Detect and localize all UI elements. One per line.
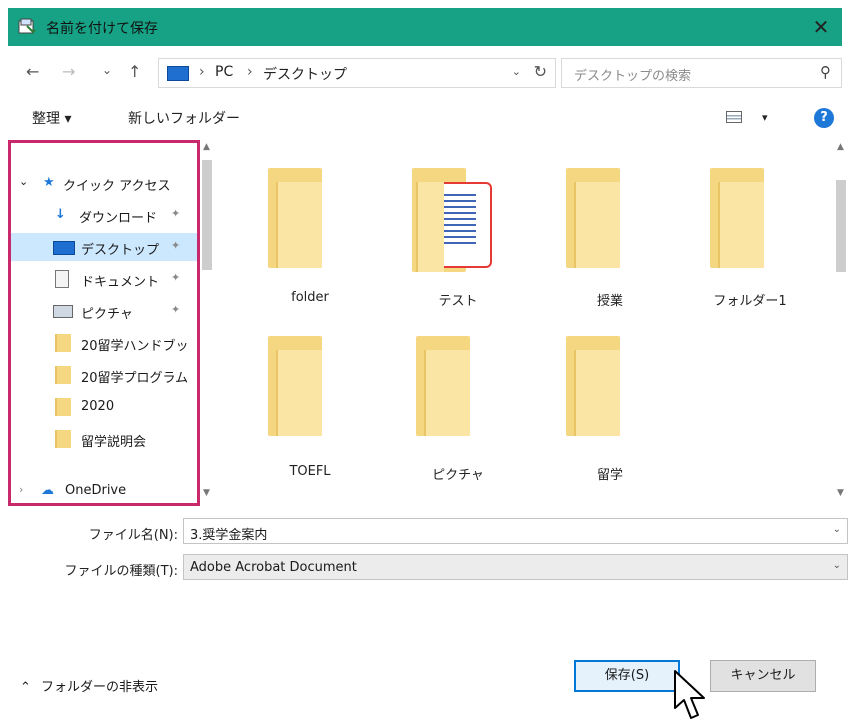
- file-item-label[interactable]: 留学: [550, 464, 670, 483]
- nav-item-folder[interactable]: 留学説明会: [11, 425, 197, 453]
- breadcrumb-separator: ›: [247, 64, 253, 80]
- expand-icon[interactable]: ⌄: [19, 175, 28, 188]
- nav-item-downloads[interactable]: ↓ ダウンロード ✦: [11, 201, 197, 229]
- breadcrumb-separator: ›: [199, 64, 205, 80]
- breadcrumb-pc[interactable]: PC: [215, 64, 233, 80]
- scrollbar-thumb[interactable]: [202, 160, 212, 270]
- download-icon: ↓: [55, 207, 66, 222]
- pin-icon: ✦: [171, 207, 181, 220]
- filetype-select[interactable]: Adobe Acrobat Document ⌄: [183, 554, 848, 580]
- folder-icon[interactable]: [710, 168, 764, 268]
- pin-icon: ✦: [171, 271, 181, 284]
- forward-button[interactable]: →: [62, 62, 75, 81]
- pin-icon: ✦: [171, 239, 181, 252]
- search-icon[interactable]: ⚲: [820, 63, 831, 81]
- nav-item-pictures[interactable]: ピクチャ ✦: [11, 297, 197, 325]
- document-icon: [55, 270, 69, 288]
- desktop-icon: [53, 241, 75, 255]
- nav-quick-access[interactable]: ⌄ ★ クイック アクセス: [11, 169, 197, 197]
- address-row: ← → ⌄ ↑ › PC › デスクトップ ⌄ ↻ デスクトップの検索 ⚲: [8, 55, 842, 91]
- folder-icon: [55, 398, 71, 416]
- scroll-down-icon[interactable]: ▼: [203, 488, 210, 498]
- address-bar[interactable]: › PC › デスクトップ ⌄ ↻: [158, 58, 556, 88]
- title-bar: 名前を付けて保存 ✕: [8, 8, 842, 46]
- folder-with-document-icon[interactable]: [412, 168, 502, 272]
- filename-value[interactable]: 3.奨学金案内: [190, 524, 267, 543]
- nav-item-folder[interactable]: 2020: [11, 393, 197, 421]
- filename-input[interactable]: 3.奨学金案内 ⌄: [183, 518, 848, 544]
- star-icon: ★: [43, 175, 55, 190]
- folder-icon: [55, 334, 71, 352]
- nav-label: 留学説明会: [81, 435, 147, 450]
- file-item-label[interactable]: 授業: [550, 290, 670, 309]
- scroll-up-icon[interactable]: ▲: [837, 142, 844, 152]
- folder-icon: [55, 366, 71, 384]
- view-dropdown-icon[interactable]: ▾: [762, 111, 768, 124]
- nav-item-onedrive[interactable]: › ☁ OneDrive: [11, 477, 197, 503]
- collapse-icon[interactable]: ›: [19, 483, 23, 496]
- back-button[interactable]: ←: [26, 62, 39, 81]
- file-list-scrollbar[interactable]: ▲ ▼: [834, 140, 848, 506]
- nav-label: 20留学ハンドブッ: [81, 339, 189, 354]
- nav-label: ピクチャ: [81, 307, 133, 322]
- search-placeholder: デスクトップの検索: [574, 69, 692, 84]
- address-dropdown-icon[interactable]: ⌄: [512, 65, 521, 78]
- cloud-icon: ☁: [41, 483, 54, 498]
- nav-label: OneDrive: [65, 483, 127, 498]
- pictures-icon: [53, 305, 73, 318]
- folder-icon[interactable]: [416, 336, 470, 436]
- nav-item-folder[interactable]: 20留学プログラム: [11, 361, 197, 389]
- filetype-label: ファイルの種類(T):: [64, 564, 178, 579]
- mouse-cursor-icon: [674, 670, 705, 719]
- nav-label: 20留学プログラム: [81, 371, 189, 386]
- pin-icon: ✦: [171, 303, 181, 316]
- nav-label: クイック アクセス: [63, 179, 171, 194]
- organize-menu[interactable]: 整理 ▾: [32, 108, 71, 128]
- folder-icon[interactable]: [566, 336, 620, 436]
- up-button[interactable]: ↑: [128, 62, 141, 81]
- refresh-icon[interactable]: ↻: [534, 62, 547, 81]
- scrollbar-thumb[interactable]: [836, 180, 846, 272]
- scroll-up-icon[interactable]: ▲: [203, 142, 210, 152]
- nav-label: ドキュメント: [81, 275, 160, 290]
- file-item-label[interactable]: folder: [250, 290, 370, 305]
- navigation-pane[interactable]: ⌄ ★ クイック アクセス ↓ ダウンロード ✦ デスクトップ ✦ ドキュメント…: [8, 140, 200, 506]
- pc-icon: [167, 66, 189, 81]
- nav-label: 2020: [81, 399, 115, 414]
- close-button[interactable]: ✕: [800, 8, 842, 46]
- nav-label: デスクトップ: [81, 243, 160, 258]
- file-item-label[interactable]: TOEFL: [250, 464, 370, 479]
- scroll-down-icon[interactable]: ▼: [837, 488, 844, 498]
- file-item-label[interactable]: フォルダー1: [690, 290, 810, 309]
- filename-label: ファイル名(N):: [88, 528, 178, 543]
- breadcrumb-desktop[interactable]: デスクトップ: [263, 64, 347, 84]
- folder-icon[interactable]: [268, 168, 322, 268]
- help-icon[interactable]: ?: [814, 108, 834, 128]
- hide-folders-toggle[interactable]: ⌃ フォルダーの非表示: [20, 676, 158, 695]
- nav-item-folder[interactable]: 20留学ハンドブッ: [11, 329, 197, 357]
- toolbar: 整理 ▾ 新しいフォルダー ▾ ?: [8, 100, 842, 136]
- recent-locations-button[interactable]: ⌄: [102, 63, 112, 77]
- chevron-down-icon[interactable]: ⌄: [833, 560, 841, 571]
- nav-scrollbar[interactable]: ▲ ▼: [200, 140, 214, 506]
- window-title: 名前を付けて保存: [46, 21, 158, 37]
- view-options-icon[interactable]: [726, 111, 742, 123]
- search-box[interactable]: デスクトップの検索 ⚲: [561, 58, 842, 88]
- nav-item-documents[interactable]: ドキュメント ✦: [11, 265, 197, 293]
- hide-folders-label: フォルダーの非表示: [41, 680, 159, 695]
- nav-item-desktop[interactable]: デスクトップ ✦: [11, 233, 197, 261]
- nav-label: ダウンロード: [79, 211, 158, 226]
- file-item-label[interactable]: テスト: [398, 290, 518, 309]
- cancel-button[interactable]: キャンセル: [710, 660, 816, 692]
- save-dialog-icon: [18, 18, 36, 34]
- file-item-label[interactable]: ピクチャ: [398, 464, 518, 483]
- folder-icon[interactable]: [566, 168, 620, 268]
- filetype-value: Adobe Acrobat Document: [190, 560, 357, 575]
- folder-icon: [55, 430, 71, 448]
- folder-icon[interactable]: [268, 336, 322, 436]
- chevron-down-icon[interactable]: ⌄: [833, 524, 841, 535]
- new-folder-button[interactable]: 新しいフォルダー: [128, 108, 240, 128]
- chevron-up-icon: ⌃: [20, 680, 31, 695]
- save-button[interactable]: 保存(S): [574, 660, 680, 692]
